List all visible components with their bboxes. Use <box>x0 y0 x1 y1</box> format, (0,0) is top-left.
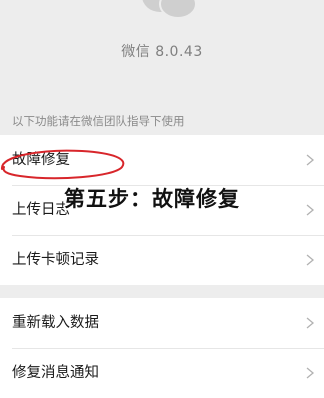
list-item-label: 故障修复 <box>12 152 70 168</box>
chevron-right-icon <box>306 254 315 266</box>
step-annotation-text: 第五步：故障修复 <box>64 187 240 211</box>
list-item-label: 上传日志 <box>12 202 70 218</box>
list-item-label: 修复消息通知 <box>12 365 99 381</box>
list-item-reload-data[interactable]: 重新载入数据 <box>0 298 324 348</box>
chevron-right-icon <box>306 154 315 166</box>
wechat-logo-icon <box>142 0 197 18</box>
app-info-header: 微信 8.0.43 <box>0 0 324 100</box>
list-item-label: 重新载入数据 <box>12 315 99 331</box>
data-options-group: 重新载入数据 修复消息通知 <box>0 298 324 398</box>
list-item-fault-repair[interactable]: 故障修复 <box>0 135 324 185</box>
list-item-label: 上传卡顿记录 <box>12 252 99 268</box>
chevron-right-icon <box>306 367 315 379</box>
guidance-hint-text: 以下功能请在微信团队指导下使用 <box>12 114 185 128</box>
chevron-right-icon <box>306 204 315 216</box>
chevron-right-icon <box>306 317 315 329</box>
app-version-text: 微信 8.0.43 <box>121 44 203 60</box>
list-item-upload-lag-record[interactable]: 上传卡顿记录 <box>0 235 324 285</box>
